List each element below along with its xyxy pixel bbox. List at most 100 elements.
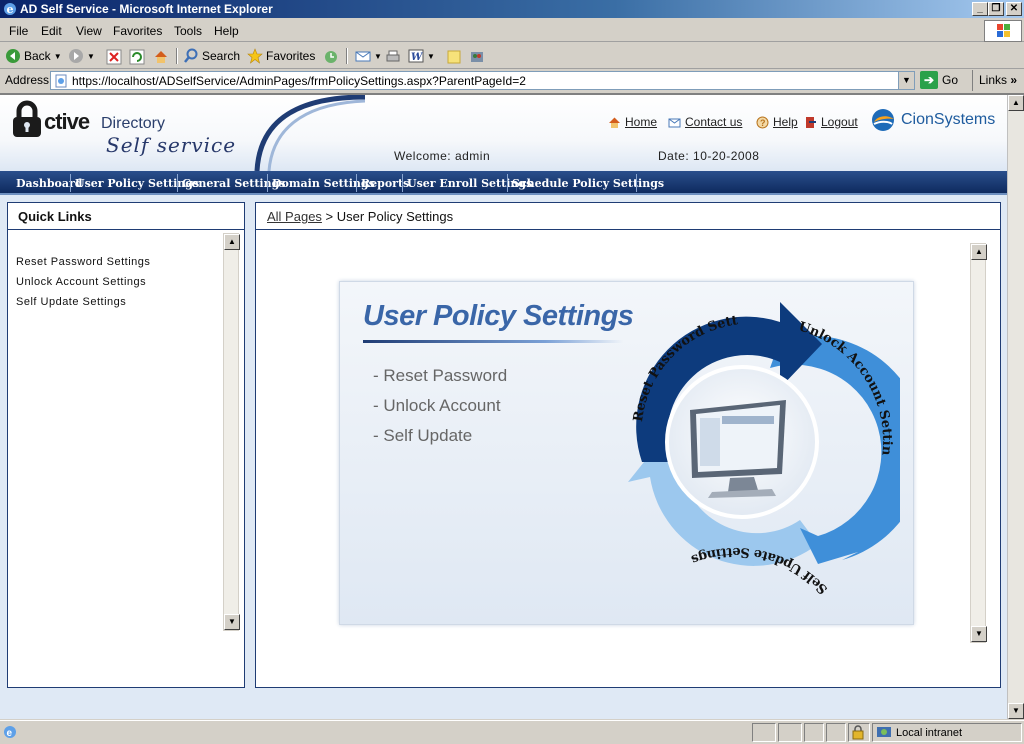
close-button[interactable]: ✕ <box>1006 2 1022 16</box>
word-edit-icon: W <box>408 49 424 63</box>
intranet-globe-icon <box>877 726 891 737</box>
policy-item-self-update: - Self Update <box>373 426 473 445</box>
window-title-bar[interactable]: e AD Self Service - Microsoft Internet E… <box>0 0 1024 18</box>
menu-favorites[interactable]: Favorites <box>113 24 162 38</box>
scroll-down-icon[interactable]: ▼ <box>971 626 987 642</box>
address-input[interactable]: https://localhost/ADSelfService/AdminPag… <box>50 71 915 90</box>
policy-cycle-diagram: Reset Password Settings Unlock Account S… <box>590 292 900 597</box>
nav-schedule-policy-settings[interactable]: Schedule Policy Settings <box>512 177 664 190</box>
menu-file[interactable]: File <box>9 24 28 38</box>
go-arrow-icon: ➔ <box>920 71 938 89</box>
svg-text:?: ? <box>760 118 766 128</box>
nav-dashboard[interactable]: Dashboard <box>16 177 83 190</box>
logo-text-self-service: Self service <box>106 133 237 157</box>
address-url: https://localhost/ADSelfService/AdminPag… <box>72 74 526 88</box>
address-bar: Address https://localhost/ADSelfService/… <box>0 70 1024 92</box>
scroll-down-icon[interactable]: ▼ <box>224 614 240 630</box>
security-zone[interactable]: Local intranet <box>872 723 1022 742</box>
header-swoosh-decoration <box>254 95 365 171</box>
quick-link-self-update-settings[interactable]: Self Update Settings <box>16 296 126 308</box>
minimize-button[interactable]: _ <box>972 2 988 16</box>
ssl-lock-cell <box>848 723 870 742</box>
main-content-scrollbar[interactable]: ▲ ▼ <box>970 243 987 643</box>
page-status-icon: e <box>4 726 16 739</box>
favorites-button[interactable]: Favorites <box>247 47 315 65</box>
lock-icon <box>852 725 864 740</box>
cycle-label-self-update: Self Update Settings <box>689 544 831 597</box>
page-viewport: ctive Directory Self service Home Contac… <box>0 93 1024 719</box>
mail-dropdown-icon[interactable]: ▼ <box>374 52 382 61</box>
menu-bar: File Edit View Favorites Tools Help <box>0 20 1024 42</box>
scroll-up-icon[interactable]: ▲ <box>1008 95 1024 111</box>
refresh-icon[interactable] <box>129 49 145 65</box>
go-button[interactable]: ➔ Go <box>920 71 958 89</box>
links-button[interactable]: Links » <box>972 70 1017 91</box>
logo-text-ctive: ctive <box>44 109 90 134</box>
help-link[interactable]: ? Help <box>756 115 798 129</box>
scroll-down-icon[interactable]: ▼ <box>1008 703 1024 719</box>
nav-general-settings[interactable]: General Settings <box>182 177 286 190</box>
discuss-icon[interactable] <box>446 49 462 65</box>
quick-links-scrollbar[interactable]: ▲ ▼ <box>223 233 240 631</box>
address-dropdown-icon[interactable]: ▼ <box>898 72 914 89</box>
history-icon[interactable] <box>323 49 339 65</box>
edit-button[interactable]: W ▼ <box>408 47 435 65</box>
home-icon <box>609 117 620 128</box>
svg-text:e: e <box>7 728 13 739</box>
edit-dropdown-icon[interactable]: ▼ <box>427 52 435 61</box>
date-text: Date: 10-20-2008 <box>658 149 760 163</box>
home-icon[interactable] <box>153 49 169 65</box>
logout-link[interactable]: Logout <box>804 115 858 129</box>
forward-arrow-icon <box>69 49 83 63</box>
status-bar: e Local intranet <box>0 720 1024 744</box>
print-icon[interactable] <box>385 49 401 65</box>
breadcrumb-current: User Policy Settings <box>336 209 454 224</box>
scroll-up-icon[interactable]: ▲ <box>971 244 987 260</box>
browser-vertical-scrollbar[interactable]: ▲ ▼ <box>1007 95 1024 719</box>
address-label: Address <box>5 73 50 87</box>
search-button[interactable]: Search <box>183 47 240 65</box>
menu-edit[interactable]: Edit <box>41 24 62 38</box>
help-icon: ? <box>756 116 769 128</box>
svg-text:e: e <box>7 3 14 16</box>
menu-help[interactable]: Help <box>214 24 239 38</box>
menu-view[interactable]: View <box>76 24 102 38</box>
quick-links-panel: Quick Links Reset Password Settings Unlo… <box>7 202 245 688</box>
messenger-icon[interactable] <box>469 49 485 65</box>
policy-item-reset-password: - Reset Password <box>373 366 508 385</box>
nav-domain-settings[interactable]: Domain Settings <box>272 177 375 190</box>
favorites-star-icon <box>247 48 263 64</box>
mail-button[interactable]: ▼ <box>355 47 382 65</box>
policy-item-unlock-account: - Unlock Account <box>373 396 501 415</box>
nav-user-policy-settings[interactable]: User Policy Settings <box>75 177 199 190</box>
svg-text:W: W <box>411 52 424 63</box>
search-icon <box>184 48 198 63</box>
main-navigation: Dashboard User Policy Settings General S… <box>0 171 1007 195</box>
padlock-logo-icon <box>13 100 41 137</box>
quick-link-reset-password-settings[interactable]: Reset Password Settings <box>16 256 150 268</box>
back-button[interactable]: Back ▼ <box>5 47 62 65</box>
main-content-panel: All Pages > User Policy Settings ▲ ▼ Use… <box>255 202 1001 688</box>
site-header: ctive Directory Self service Home Contac… <box>0 95 1007 171</box>
back-arrow-icon <box>6 49 20 63</box>
back-dropdown-icon[interactable]: ▼ <box>54 52 62 61</box>
logo-text-directory: Directory <box>101 115 166 132</box>
breadcrumb-all-pages-link[interactable]: All Pages <box>267 209 322 224</box>
contact-us-link[interactable]: Contact us <box>668 115 742 129</box>
title-underline <box>363 340 623 343</box>
logout-icon <box>806 116 816 128</box>
forward-button[interactable]: ▼ <box>68 47 95 65</box>
mail-icon <box>355 51 371 62</box>
quick-link-unlock-account-settings[interactable]: Unlock Account Settings <box>16 276 146 288</box>
cionsystems-logo: CionSystems <box>870 107 995 133</box>
welcome-text: Welcome: admin <box>394 149 491 163</box>
scroll-up-icon[interactable]: ▲ <box>224 234 240 250</box>
stop-icon[interactable] <box>106 49 122 65</box>
restore-button[interactable]: ❐ <box>988 2 1004 16</box>
cionsystems-logo-icon <box>872 109 894 131</box>
user-policy-settings-graphic: User Policy Settings - Reset Password - … <box>339 281 914 625</box>
home-link[interactable]: Home <box>608 115 657 129</box>
menu-tools[interactable]: Tools <box>174 24 202 38</box>
forward-dropdown-icon[interactable]: ▼ <box>87 52 95 61</box>
toolbar: Back ▼ ▼ Search Favorites ▼ W ▼ <box>0 43 1024 69</box>
